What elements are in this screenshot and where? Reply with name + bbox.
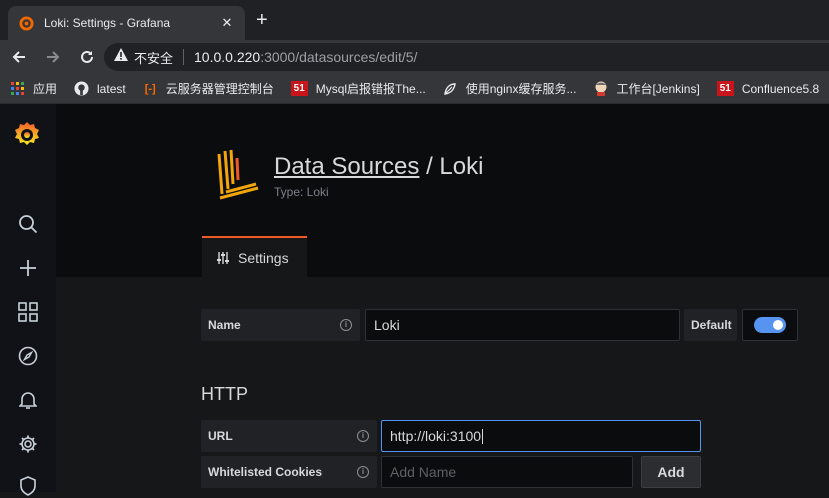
url-label-text: URL (208, 429, 233, 443)
sliders-icon (216, 251, 230, 265)
bookmark-label: Confluence5.8 (741, 81, 820, 96)
jenkins-icon (593, 81, 608, 96)
browser-tabstrip: Loki: Settings - Grafana ✕ + (0, 0, 829, 40)
info-circle-icon[interactable]: i (340, 319, 352, 331)
name-label-text: Name (208, 318, 241, 332)
url-path: :3000/datasources/edit/5/ (260, 49, 418, 65)
bookmarks-bar: 应用 latest [-] 云服务器管理控制台 51 Mysql启报错报The.… (0, 74, 829, 104)
bell-icon[interactable] (16, 388, 40, 412)
back-arrow-icon[interactable] (8, 46, 30, 68)
default-label-text: Default (691, 318, 732, 332)
default-label: Default (684, 309, 737, 341)
whitelisted-cookies-label: Whitelisted Cookies i (201, 456, 377, 488)
gear-icon[interactable] (16, 432, 40, 456)
new-tab-button[interactable]: + (256, 10, 268, 30)
compass-icon[interactable] (16, 344, 40, 368)
default-toggle-container (742, 309, 798, 341)
url-label: URL i (201, 420, 377, 452)
cookies-label-text: Whitelisted Cookies (208, 465, 323, 479)
page-header: Data Sources / Loki Type: Loki Settings (56, 104, 829, 277)
cookie-name-input[interactable]: Add Name (381, 456, 633, 488)
name-label: Name i (201, 309, 360, 341)
url-input[interactable]: http://loki:3100 (381, 420, 701, 452)
bookmark-label: 工作台[Jenkins] (616, 82, 700, 96)
search-icon[interactable] (16, 212, 40, 236)
page-title: Data Sources / Loki (274, 153, 483, 181)
add-cookie-button[interactable]: Add (641, 456, 701, 488)
51cto-icon: 51 (290, 81, 308, 96)
tab-settings-label: Settings (238, 249, 289, 266)
name-input[interactable]: Loki (365, 309, 680, 341)
bookmark-label: 使用nginx缓存服务... (465, 82, 577, 96)
default-toggle[interactable] (754, 317, 786, 333)
name-input-value: Loki (374, 317, 400, 333)
info-circle-icon[interactable]: i (357, 466, 369, 478)
bookmark-nginx[interactable]: 使用nginx缓存服务... (443, 80, 577, 97)
reload-icon[interactable] (76, 46, 98, 68)
grafana-favicon-icon (18, 15, 34, 31)
url-input-value: http://loki:3100 (390, 428, 482, 444)
bookmark-apps[interactable]: 应用 (10, 80, 57, 97)
bookmark-label: 云服务器管理控制台 (165, 82, 274, 96)
bookmark-confluence[interactable]: 51 Confluence5.8 (716, 81, 820, 96)
bookmark-aliyun[interactable]: [-] 云服务器管理控制台 (143, 80, 274, 97)
grafana-sidemenu (0, 104, 56, 496)
url-host: 10.0.0.220 (194, 49, 261, 65)
apps-grid-icon (10, 81, 25, 96)
cookie-name-placeholder: Add Name (390, 464, 457, 480)
bookmark-label: Mysql启报错报The... (315, 82, 426, 96)
close-tab-icon[interactable]: ✕ (219, 15, 235, 31)
omnibox-divider (183, 49, 185, 65)
github-icon (74, 81, 89, 96)
datasource-title: Loki (439, 153, 484, 180)
forward-arrow-icon[interactable] (42, 46, 64, 68)
toggle-knob (773, 320, 783, 330)
breadcrumb-data-sources[interactable]: Data Sources (274, 153, 419, 180)
security-label[interactable]: 不安全 (134, 48, 173, 67)
address-bar[interactable]: 不安全 10.0.0.220:3000/datasources/edit/5/ (104, 43, 829, 71)
info-circle-icon[interactable]: i (357, 430, 369, 442)
tab-settings[interactable]: Settings (202, 236, 307, 277)
aliyun-icon: [-] (144, 82, 156, 95)
browser-tab[interactable]: Loki: Settings - Grafana ✕ (8, 6, 245, 40)
plus-icon[interactable] (16, 256, 40, 280)
bookmark-latest[interactable]: latest (74, 81, 126, 96)
leaf-icon (443, 81, 458, 96)
http-section-title: HTTP (201, 384, 248, 404)
tab-title: Loki: Settings - Grafana (44, 16, 171, 30)
main-content: Data Sources / Loki Type: Loki Settings … (56, 104, 829, 492)
breadcrumb-separator: / (419, 153, 440, 180)
bookmark-label: 应用 (33, 82, 58, 96)
bookmark-mysql[interactable]: 51 Mysql启报错报The... (290, 80, 426, 97)
text-caret (482, 428, 484, 444)
shield-icon[interactable] (16, 474, 40, 498)
dashboards-grid-icon[interactable] (16, 300, 40, 324)
grafana-logo-icon[interactable] (12, 120, 42, 150)
bookmark-label: latest (97, 81, 126, 96)
51cto-icon: 51 (716, 81, 734, 96)
bookmark-jenkins[interactable]: 工作台[Jenkins] (593, 80, 700, 97)
loki-logo-icon (216, 148, 260, 204)
datasource-type: Type: Loki (274, 185, 329, 199)
warning-icon[interactable] (114, 48, 128, 66)
